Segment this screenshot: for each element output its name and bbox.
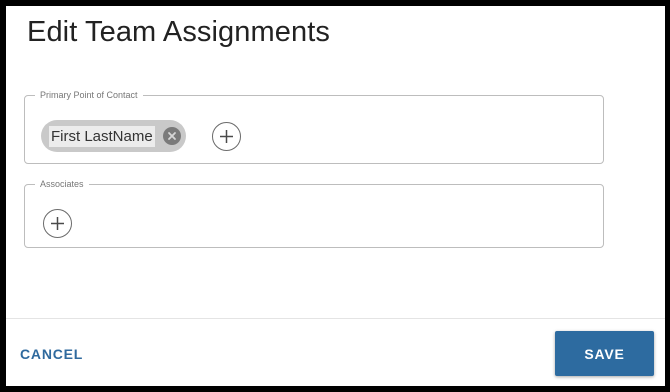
plus-icon: [220, 130, 233, 143]
associates-field: Associates: [24, 179, 604, 248]
add-primary-contact-button[interactable]: [212, 122, 241, 151]
cancel-button[interactable]: CANCEL: [20, 346, 83, 362]
contact-chip[interactable]: First LastName: [41, 120, 186, 152]
plus-icon: [51, 217, 64, 230]
dialog-title: Edit Team Assignments: [27, 16, 330, 48]
contact-chip-label: First LastName: [49, 125, 155, 147]
save-button[interactable]: SAVE: [555, 331, 654, 376]
close-circle-icon[interactable]: [162, 127, 181, 145]
edit-team-assignments-dialog: Edit Team Assignments Primary Point of C…: [6, 6, 665, 386]
associates-legend: Associates: [40, 179, 84, 189]
primary-point-of-contact-legend: Primary Point of Contact: [40, 90, 138, 100]
footer-divider: [6, 318, 665, 319]
primary-point-of-contact-field: Primary Point of Contact First LastName: [24, 90, 604, 164]
add-associate-button[interactable]: [43, 209, 72, 238]
